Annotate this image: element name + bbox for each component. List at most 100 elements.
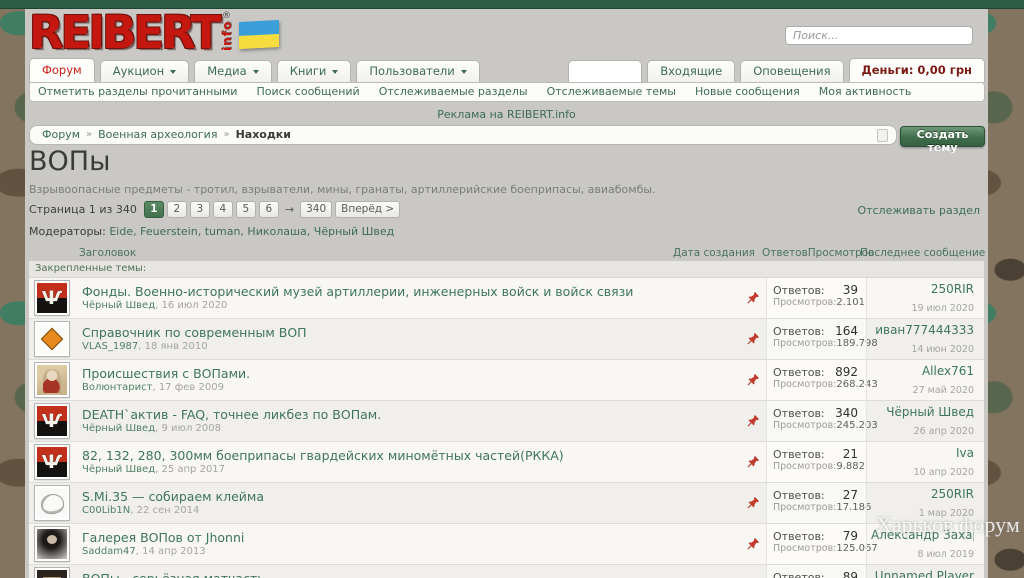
thread-author[interactable]: Волюнтарист bbox=[82, 382, 152, 393]
table-row: DEATH`актив - FAQ, точнее ликбез по ВОПа… bbox=[29, 401, 984, 442]
subnav-watched-threads[interactable]: Отслеживаемые темы bbox=[547, 85, 676, 98]
header-date-created[interactable]: Дата создания bbox=[668, 247, 760, 259]
moderator-link[interactable]: Feuerstein bbox=[133, 225, 198, 238]
last-post-date[interactable]: 26 апр 2020 bbox=[914, 426, 974, 437]
page-button-4[interactable]: 4 bbox=[212, 201, 233, 218]
tab-books[interactable]: Книги bbox=[276, 60, 352, 82]
page-skip-arrow[interactable]: → bbox=[285, 203, 294, 216]
thread-title[interactable]: Галерея ВОПов от Jhonni bbox=[82, 530, 740, 545]
avatar-book-cover[interactable] bbox=[34, 567, 70, 578]
thread-author[interactable]: Чёрный Швед bbox=[82, 464, 155, 475]
tab-forum[interactable]: Форум bbox=[29, 58, 95, 82]
page-button-5[interactable]: 5 bbox=[235, 201, 256, 218]
ad-link[interactable]: Реклама на REIBERT.info bbox=[25, 108, 988, 121]
thread-title[interactable]: DEATH`актив - FAQ, точнее ликбез по ВОПа… bbox=[82, 407, 740, 422]
moderator-link[interactable]: Николаша bbox=[240, 225, 306, 238]
subnav-mark-read[interactable]: Отметить разделы прочитанными bbox=[38, 85, 237, 98]
thread-author[interactable]: Saddam47 bbox=[82, 546, 136, 557]
create-thread-button[interactable]: Создать тему bbox=[900, 126, 985, 154]
thread-created-date: 22 сен 2014 bbox=[130, 505, 199, 516]
tab-users[interactable]: Пользователи bbox=[356, 60, 480, 82]
pin-icon bbox=[747, 374, 759, 386]
tab-inbox[interactable]: Входящие bbox=[647, 60, 736, 82]
thread-title[interactable]: 82, 132, 280, 300мм боеприпасы гвардейск… bbox=[82, 448, 740, 463]
thread-author[interactable]: Чёрный Швед bbox=[82, 423, 155, 434]
last-post-date[interactable]: 10 апр 2020 bbox=[914, 467, 974, 478]
last-post-user[interactable]: Чёрный Швед bbox=[871, 405, 974, 419]
last-post-date[interactable]: 14 июн 2020 bbox=[911, 344, 974, 355]
thread-title[interactable]: Происшествия с ВОПами. bbox=[82, 366, 740, 381]
last-post-user[interactable]: 250RIR bbox=[871, 282, 974, 296]
page-button-2[interactable]: 2 bbox=[166, 201, 187, 218]
last-post-date[interactable]: 27 май 2020 bbox=[913, 385, 974, 396]
table-row: Происшествия с ВОПами. Волюнтарист17 фев… bbox=[29, 360, 984, 401]
last-post-user[interactable]: иван777444333 bbox=[871, 323, 974, 337]
moderator-link[interactable]: Чёрный Швед bbox=[307, 225, 394, 238]
header-last-message[interactable]: Последнее сообщение↓ bbox=[860, 247, 988, 259]
last-post-date[interactable]: 8 июл 2019 bbox=[917, 549, 974, 560]
chevron-down-icon bbox=[460, 69, 467, 74]
page-button-last[interactable]: 340 bbox=[300, 201, 333, 218]
thread-title[interactable]: Фонды. Военно-исторический музей артилле… bbox=[82, 284, 740, 299]
header-replies[interactable]: Ответов bbox=[762, 247, 808, 259]
last-post-user[interactable]: Allex761 bbox=[871, 364, 974, 378]
subnav-search-posts[interactable]: Поиск сообщений bbox=[256, 85, 359, 98]
last-post-date[interactable]: 19 июл 2020 bbox=[911, 303, 974, 314]
tab-account[interactable] bbox=[568, 60, 643, 82]
avatar-upa-trident[interactable] bbox=[34, 280, 70, 316]
thread-author[interactable]: VLAS_1987 bbox=[82, 341, 138, 352]
moderator-link[interactable]: tuman bbox=[198, 225, 241, 238]
replies-label: Ответов: bbox=[773, 489, 825, 502]
search-input[interactable] bbox=[785, 26, 973, 45]
top-green-bar bbox=[0, 0, 1024, 9]
last-post-user[interactable]: Unnamed Player bbox=[871, 569, 974, 578]
breadcrumb-forum[interactable]: Форум bbox=[42, 125, 80, 145]
moderator-link[interactable]: Eide bbox=[109, 225, 133, 238]
avatar-portrait-painting[interactable] bbox=[34, 362, 70, 398]
chevron-down-icon bbox=[252, 69, 259, 74]
last-post-user[interactable]: 250RIR bbox=[871, 487, 974, 501]
replies-label: Ответов: bbox=[773, 448, 825, 461]
breadcrumb-separator: » bbox=[223, 129, 230, 140]
next-page-button[interactable]: Вперёд > bbox=[335, 201, 401, 218]
replies-count: 21 bbox=[842, 447, 858, 461]
subnav-watched-forums[interactable]: Отслеживаемые разделы bbox=[379, 85, 528, 98]
last-post-user[interactable]: Александр Захаров bbox=[871, 528, 974, 542]
thread-title[interactable]: S.Mi.35 — собираем клейма bbox=[82, 489, 740, 504]
tab-money[interactable]: Деньги: 0,00 грн bbox=[848, 58, 985, 82]
page-button-3[interactable]: 3 bbox=[189, 201, 210, 218]
subnav-new-posts[interactable]: Новые сообщения bbox=[695, 85, 800, 98]
breadcrumb-section[interactable]: Военная археология bbox=[98, 125, 217, 145]
avatar-mine-sketch[interactable] bbox=[34, 485, 70, 521]
avatar-upa-trident[interactable] bbox=[34, 444, 70, 480]
site-logo[interactable]: REIBERT ® info bbox=[29, 10, 279, 56]
tab-alerts[interactable]: Оповещения bbox=[740, 60, 844, 82]
pin-icon bbox=[747, 538, 759, 550]
quick-nav-icon[interactable] bbox=[877, 128, 888, 142]
avatar-bw-photo[interactable] bbox=[34, 526, 70, 562]
avatar-hazard-diamond[interactable] bbox=[34, 321, 70, 357]
thread-author[interactable]: Чёрный Швед bbox=[82, 300, 155, 311]
pinned-threads-label: Закрепленные темы: bbox=[29, 261, 984, 278]
thread-created-date: 16 июл 2020 bbox=[155, 300, 227, 311]
watch-forum-link[interactable]: Отслеживать раздел bbox=[857, 204, 980, 217]
thread-title[interactable]: ВОПы - серьёзная матчасть bbox=[82, 571, 740, 578]
last-post-date[interactable]: 1 мар 2020 bbox=[919, 508, 974, 519]
replies-count: 892 bbox=[835, 365, 858, 379]
page-button-1[interactable]: 1 bbox=[143, 201, 164, 218]
tab-media[interactable]: Медиа bbox=[194, 60, 272, 82]
pin-icon bbox=[747, 415, 759, 427]
table-row: Справочник по современным ВОП VLAS_1987 1… bbox=[29, 319, 984, 360]
last-post-user[interactable]: Iva bbox=[871, 446, 974, 460]
ukraine-flag-icon bbox=[238, 19, 279, 50]
thread-author[interactable]: C00Lib1N bbox=[82, 505, 130, 516]
subnav-my-activity[interactable]: Моя активность bbox=[819, 85, 912, 98]
sub-nav-bar: Отметить разделы прочитанными Поиск сообщ… bbox=[29, 82, 985, 102]
pagination: Страница 1 из 340 1 2 3 4 5 6 → 340 Впер… bbox=[29, 201, 403, 218]
avatar-upa-trident[interactable] bbox=[34, 403, 70, 439]
thread-title[interactable]: Справочник по современным ВОП bbox=[82, 325, 740, 340]
tab-auction[interactable]: Аукцион bbox=[99, 60, 190, 82]
breadcrumb-current: Находки bbox=[235, 128, 291, 141]
page-button-6[interactable]: 6 bbox=[258, 201, 279, 218]
table-row: S.Mi.35 — собираем клейма C00Lib1N22 сен… bbox=[29, 483, 984, 524]
